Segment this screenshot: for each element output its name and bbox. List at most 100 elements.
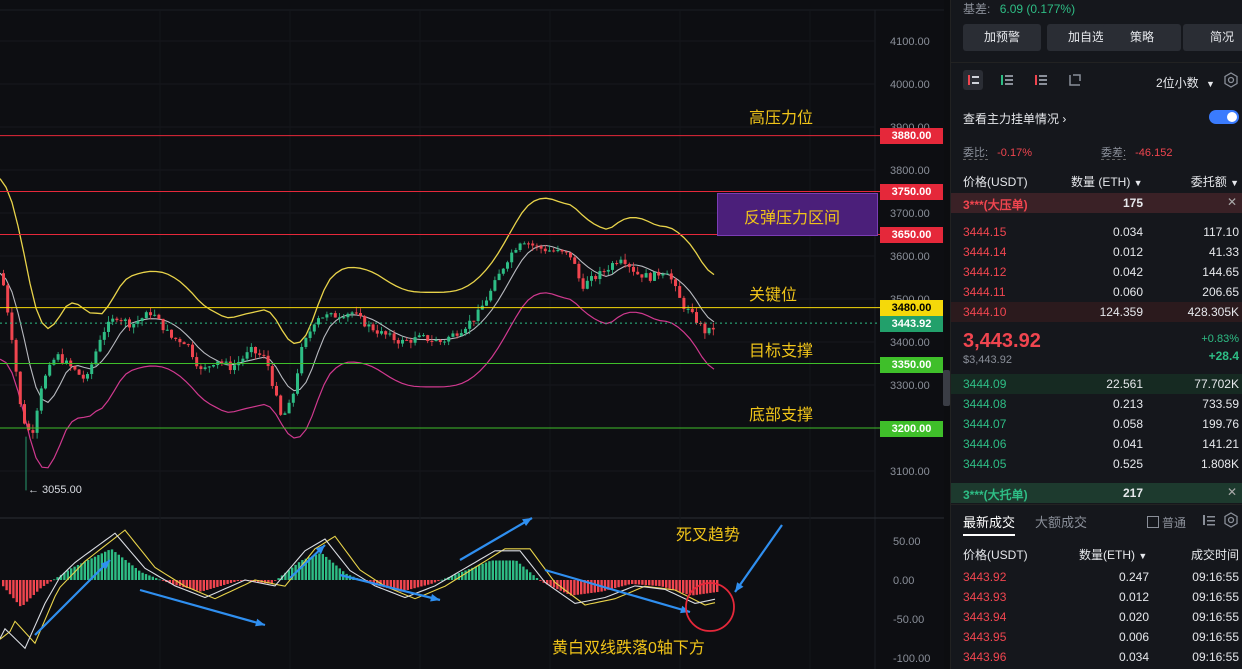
annotation-death-cross: 死叉趋势 — [676, 527, 741, 544]
big-bid-row[interactable]: 3***(大托单) 217 ✕ — [951, 483, 1242, 503]
panel-collapse-handle[interactable] — [943, 370, 950, 406]
candle-body — [447, 336, 451, 342]
add-alert-button[interactable]: 加预警 — [963, 24, 1041, 51]
ask-row[interactable]: 3444.14 0.012 41.33 — [951, 242, 1242, 262]
row-price: 3443.94 — [963, 610, 1007, 624]
row-amount: 1.808K — [1200, 457, 1239, 471]
col-qty-header[interactable]: 数量 (ETH) ▼ — [1071, 173, 1143, 190]
row-qty: 0.006 — [1118, 630, 1149, 644]
macd-axis-label: 50.00 — [893, 536, 921, 548]
big-ask-row[interactable]: 3***(大压单) 175 ✕ — [951, 193, 1242, 213]
close-icon[interactable]: ✕ — [1227, 195, 1237, 209]
tab-large-trades[interactable]: 大额成交 — [1035, 512, 1087, 531]
candlestick-chart[interactable]: 4100.004000.003900.003800.003700.003600.… — [0, 0, 944, 669]
candle-body — [527, 243, 530, 245]
low-marker: ← 3055.00 — [28, 484, 82, 496]
candle-body — [413, 337, 417, 343]
col-amount-header[interactable]: 委托额 ▼ — [1191, 173, 1239, 190]
candle-body — [153, 314, 157, 316]
macd-bar — [141, 572, 144, 580]
order-book-panel: 基差: 6.09 (0.177%) 加预警 加自选 策略 简况 2位小数 ▼ 查… — [950, 0, 1242, 669]
strategy-button[interactable]: 策略 — [1103, 24, 1181, 51]
candle-body — [279, 395, 283, 415]
candle-body — [531, 243, 535, 246]
filter-icon[interactable] — [1201, 512, 1217, 528]
macd-bar — [631, 580, 634, 584]
candle-body — [212, 365, 215, 367]
bid-row[interactable]: 3444.07 0.058 199.76 — [951, 414, 1242, 434]
candle-body — [695, 312, 698, 324]
trade-row[interactable]: 3443.94 0.020 09:16:55 — [951, 607, 1242, 627]
candle-body — [417, 335, 421, 338]
main-orders-toggle[interactable] — [1209, 110, 1239, 124]
main-orders-link[interactable]: 查看主力挂单情况 › — [963, 110, 1066, 127]
candle-body — [296, 373, 299, 394]
candle-body — [73, 366, 77, 370]
close-icon[interactable]: ✕ — [1227, 485, 1237, 499]
macd-bar — [314, 554, 318, 580]
tab-latest-trades[interactable]: 最新成交 — [963, 512, 1016, 536]
macd-bar — [155, 578, 158, 580]
macd-bar — [495, 560, 498, 580]
macd-bar — [335, 565, 338, 580]
row-price: 3443.92 — [963, 570, 1007, 584]
ask-row[interactable]: 3444.15 0.034 117.10 — [951, 222, 1242, 242]
y-axis-label: 3800.00 — [890, 165, 930, 177]
chevron-down-icon: ▼ — [1230, 178, 1239, 188]
candle-body — [186, 344, 190, 346]
macd-bar — [158, 579, 161, 581]
normal-checkbox[interactable] — [1147, 516, 1159, 528]
ask-row[interactable]: 3444.11 0.060 206.65 — [951, 282, 1242, 302]
trade-col-qty[interactable]: 数量(ETH) ▼ — [1079, 546, 1147, 563]
candle-body — [489, 290, 493, 301]
bid-row[interactable]: 3444.09 22.561 77.702K — [951, 374, 1242, 394]
view-asks-icon[interactable] — [1031, 70, 1051, 90]
view-bids-icon[interactable] — [997, 70, 1017, 90]
candle-body — [178, 338, 182, 343]
candle-body — [497, 273, 501, 281]
macd-bar — [161, 580, 165, 581]
ask-row[interactable]: 3444.12 0.042 144.65 — [951, 262, 1242, 282]
view-both-icon[interactable] — [963, 70, 983, 90]
macd-bar — [151, 576, 154, 580]
row-qty: 0.525 — [1112, 457, 1143, 471]
settings-icon[interactable] — [1223, 512, 1239, 528]
macd-dif-line — [0, 532, 716, 650]
bid-row[interactable]: 3444.06 0.041 141.21 — [951, 434, 1242, 454]
bid-row[interactable]: 3444.05 0.525 1.808K — [951, 454, 1242, 474]
trade-row[interactable]: 3443.95 0.006 09:16:55 — [951, 627, 1242, 647]
macd-bar — [42, 580, 46, 586]
candle-body — [657, 271, 661, 276]
bid-row[interactable]: 3444.08 0.213 733.59 — [951, 394, 1242, 414]
arrow-death-cross — [734, 524, 783, 593]
macd-bar — [212, 580, 216, 588]
basis-row: 基差: 6.09 (0.177%) — [963, 0, 1075, 17]
overview-button[interactable]: 简况 — [1183, 24, 1242, 51]
macd-bar — [705, 580, 709, 594]
decimals-select[interactable]: 2位小数 ▼ — [1156, 74, 1215, 91]
ask-row[interactable]: 3444.10 124.359 428.305K — [951, 302, 1242, 322]
arrow-death-cross-head — [735, 582, 744, 592]
candle-body — [514, 250, 518, 253]
candle-body — [518, 243, 522, 251]
row-amount: 199.76 — [1202, 417, 1239, 431]
candle-body — [367, 324, 371, 327]
trade-row[interactable]: 3443.92 0.247 09:16:55 — [951, 567, 1242, 587]
candle-body — [535, 245, 539, 247]
macd-bar — [19, 580, 22, 607]
view-depth-icon[interactable] — [1065, 70, 1085, 90]
candle-body — [203, 367, 207, 370]
settings-icon[interactable] — [1223, 72, 1239, 88]
candle-body — [640, 274, 644, 278]
macd-bar — [692, 580, 695, 596]
candle-body — [476, 309, 480, 322]
arrow-up-3 — [459, 517, 533, 561]
chart-area[interactable]: 4100.004000.003900.003800.003700.003600.… — [0, 0, 944, 669]
candle-body — [207, 366, 211, 368]
price-tag-3350: 3350.00 — [880, 357, 943, 373]
trade-row[interactable]: 3443.96 0.034 09:16:55 — [951, 647, 1242, 667]
candle-body — [283, 413, 287, 415]
candle-body — [245, 352, 249, 359]
trade-row[interactable]: 3443.93 0.012 09:16:55 — [951, 587, 1242, 607]
candle-body — [140, 318, 144, 322]
